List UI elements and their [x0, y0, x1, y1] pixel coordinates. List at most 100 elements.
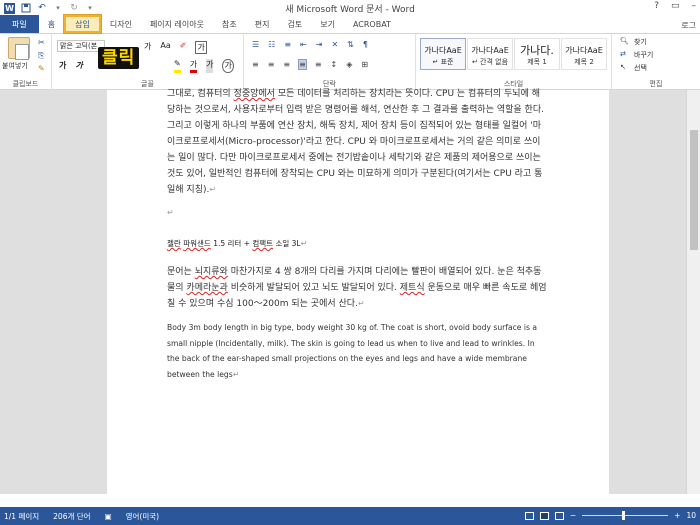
vertical-scrollbar[interactable] — [686, 90, 700, 494]
editing-label: 편집 — [649, 80, 663, 88]
english-text: Body 3m body length in big type, body we… — [167, 323, 538, 379]
ribbon-options-icon[interactable]: ▭ — [671, 1, 680, 11]
italic-button[interactable]: 가 — [75, 60, 82, 71]
multilevel-list-icon[interactable]: ≡ — [284, 40, 291, 49]
style-heading1[interactable]: 가나다. 제목 1 — [514, 38, 560, 70]
style-normal-name: ↵ 표준 — [432, 58, 454, 66]
tab-review[interactable]: 검토 — [278, 15, 311, 33]
numbering-icon[interactable]: ☷ — [268, 40, 275, 49]
style-heading2[interactable]: 가나다AaE 제목 2 — [561, 38, 607, 70]
dropdown-icon[interactable]: ▾ — [53, 3, 63, 13]
title-bar: W ↶ ▾ ↻ ▾ 새 Microsoft Word 문서 - Word ? ▭… — [0, 0, 700, 16]
borders-icon[interactable]: ⊞ — [361, 60, 368, 69]
style-heading2-sample: 가나다AaE — [565, 46, 603, 55]
print-layout-icon[interactable] — [539, 511, 549, 520]
paragraph-mark: ↵ — [357, 299, 365, 308]
title-word-f: 소일 3L — [273, 239, 301, 248]
find-icon[interactable]: 🔍︎ — [620, 37, 629, 45]
tab-home[interactable]: 홈 — [39, 15, 64, 33]
asian-layout-icon[interactable]: ✕ — [331, 40, 338, 49]
login-link[interactable]: 로그 — [681, 20, 696, 31]
decrease-indent-icon[interactable]: ⇤ — [300, 40, 307, 49]
minimize-button[interactable]: – — [692, 1, 697, 11]
editing-group: 🔍︎ 찾기 ⇄ 바꾸기 ↖ 선택 편집 — [612, 34, 700, 90]
zoom-out-button[interactable]: − — [570, 511, 576, 520]
grow-font-button[interactable]: 가 — [144, 41, 151, 54]
ribbon-tabs: 파일 홈 삽입 디자인 페이지 레이아웃 참조 편지 검토 보기 ACROBAT… — [0, 15, 700, 34]
clipboard-group: 붙여넣기 ✂ ⎘ ✎ 클립보드 — [0, 34, 52, 90]
bold-button[interactable]: 가 — [59, 60, 66, 71]
paragraph-cpu-text-a: 그대로, 컴퓨터의 — [167, 89, 234, 99]
find-button[interactable]: 찾기 — [634, 37, 647, 47]
tab-acrobat[interactable]: ACROBAT — [344, 15, 400, 33]
change-case-button[interactable]: Aa — [160, 41, 170, 54]
justify-icon[interactable]: ≡ — [298, 59, 307, 70]
align-right-icon[interactable]: ≡ — [283, 60, 290, 69]
customize-qat-icon[interactable]: ▾ — [85, 3, 95, 13]
tab-file[interactable]: 파일 — [0, 15, 39, 33]
tab-page-layout[interactable]: 페이지 레이아웃 — [141, 15, 213, 33]
undo-icon[interactable]: ↶ — [37, 3, 47, 13]
word-count[interactable]: 206개 단어 — [53, 511, 90, 522]
clear-format-icon[interactable]: ✐ — [180, 41, 187, 54]
font-format-row: 가 가 — [59, 60, 83, 71]
tab-references[interactable]: 참조 — [213, 15, 246, 33]
replace-icon[interactable]: ⇄ — [620, 50, 626, 58]
copy-icon[interactable]: ⎘ — [38, 51, 44, 61]
align-left-icon[interactable]: ≡ — [252, 60, 259, 69]
zoom-slider[interactable] — [582, 511, 669, 520]
status-bar: 1/1 페이지 206개 단어 ▣ 영어(미국) − + 10 — [0, 507, 700, 525]
page-count[interactable]: 1/1 페이지 — [4, 511, 39, 522]
language-indicator[interactable]: 영어(미국) — [126, 511, 159, 522]
paste-icon[interactable] — [8, 37, 30, 60]
empty-paragraph-mark: ↵ — [167, 208, 174, 217]
tab-design[interactable]: 디자인 — [101, 15, 141, 33]
styles-group: 가나다AaE ↵ 표준 가나다AaE ↵ 간격 없음 가나다. 제목 1 가나다… — [416, 34, 612, 90]
tab-view[interactable]: 보기 — [311, 15, 344, 33]
web-layout-icon[interactable] — [554, 511, 564, 520]
sort-icon[interactable]: ⇅ — [347, 40, 354, 49]
help-button[interactable]: ? — [654, 1, 659, 11]
font-group: 맑은 고딕(본 가 Aa ✐ 가 가 가 ✎ 가 가 가 글꼴 — [52, 34, 244, 90]
select-button[interactable]: 선택 — [634, 63, 647, 73]
octopus-text-b: 뇌지류와 — [194, 267, 228, 277]
tab-mailings[interactable]: 편지 — [246, 15, 279, 33]
quick-access-toolbar: W ↶ ▾ ↻ ▾ — [0, 2, 95, 14]
title-word-c: 파워샌드 — [183, 239, 211, 248]
save-icon[interactable] — [21, 3, 31, 13]
paragraph-mark: ↵ — [300, 239, 308, 248]
style-no-spacing[interactable]: 가나다AaE ↵ 간격 없음 — [467, 38, 513, 70]
align-center-icon[interactable]: ≡ — [268, 60, 275, 69]
enclosed-char-icon[interactable]: 가 — [222, 59, 234, 73]
replace-button[interactable]: 바꾸기 — [634, 50, 653, 60]
shading-icon[interactable]: ◈ — [346, 60, 352, 69]
cut-icon[interactable]: ✂ — [38, 38, 45, 47]
font-color-icon[interactable]: 가 — [189, 59, 198, 73]
word-logo-icon: W — [4, 2, 15, 14]
tab-insert[interactable]: 삽입 — [64, 15, 101, 33]
paragraph-cpu: 그대로, 컴퓨터의 정중앙에서 모든 데이터를 처리하는 장치라는 뜻이다. C… — [167, 86, 547, 198]
paragraph-cpu-text-b: 정중앙에서 — [233, 89, 275, 99]
format-painter-icon[interactable]: ✎ — [38, 64, 45, 73]
zoom-level[interactable]: 10 — [686, 511, 696, 520]
paragraph-octopus: 문어는 뇌지류와 마찬가지로 4 쌍 8개의 다리를 가지며 다리에는 빨판이 … — [167, 264, 547, 312]
zoom-slider-thumb[interactable] — [622, 511, 626, 520]
char-border-icon[interactable]: 가 — [195, 41, 207, 54]
style-normal[interactable]: 가나다AaE ↵ 표준 — [420, 38, 466, 70]
paste-button[interactable]: 붙여넣기 — [2, 61, 28, 71]
char-shading-icon[interactable]: 가 — [206, 59, 214, 73]
bullets-icon[interactable]: ☰ — [252, 40, 259, 49]
zoom-in-button[interactable]: + — [674, 511, 680, 520]
scrollbar-thumb[interactable] — [690, 130, 698, 250]
select-icon[interactable]: ↖ — [620, 63, 626, 71]
line-spacing-icon[interactable]: ↕ — [331, 60, 338, 69]
status-right: − + 10 — [524, 511, 696, 520]
distributed-icon[interactable]: ≡ — [315, 60, 322, 69]
proofing-icon[interactable]: ▣ — [105, 512, 112, 521]
highlight-icon[interactable]: ✎ — [174, 59, 181, 73]
redo-icon[interactable]: ↻ — [69, 3, 79, 13]
read-mode-icon[interactable] — [524, 511, 534, 520]
product-title-line: 젤란 파워샌드 1.5 리터 + 컴팩트 소일 3L↵ — [167, 238, 547, 249]
increase-indent-icon[interactable]: ⇥ — [316, 40, 323, 49]
show-marks-icon[interactable]: ¶ — [363, 40, 368, 49]
